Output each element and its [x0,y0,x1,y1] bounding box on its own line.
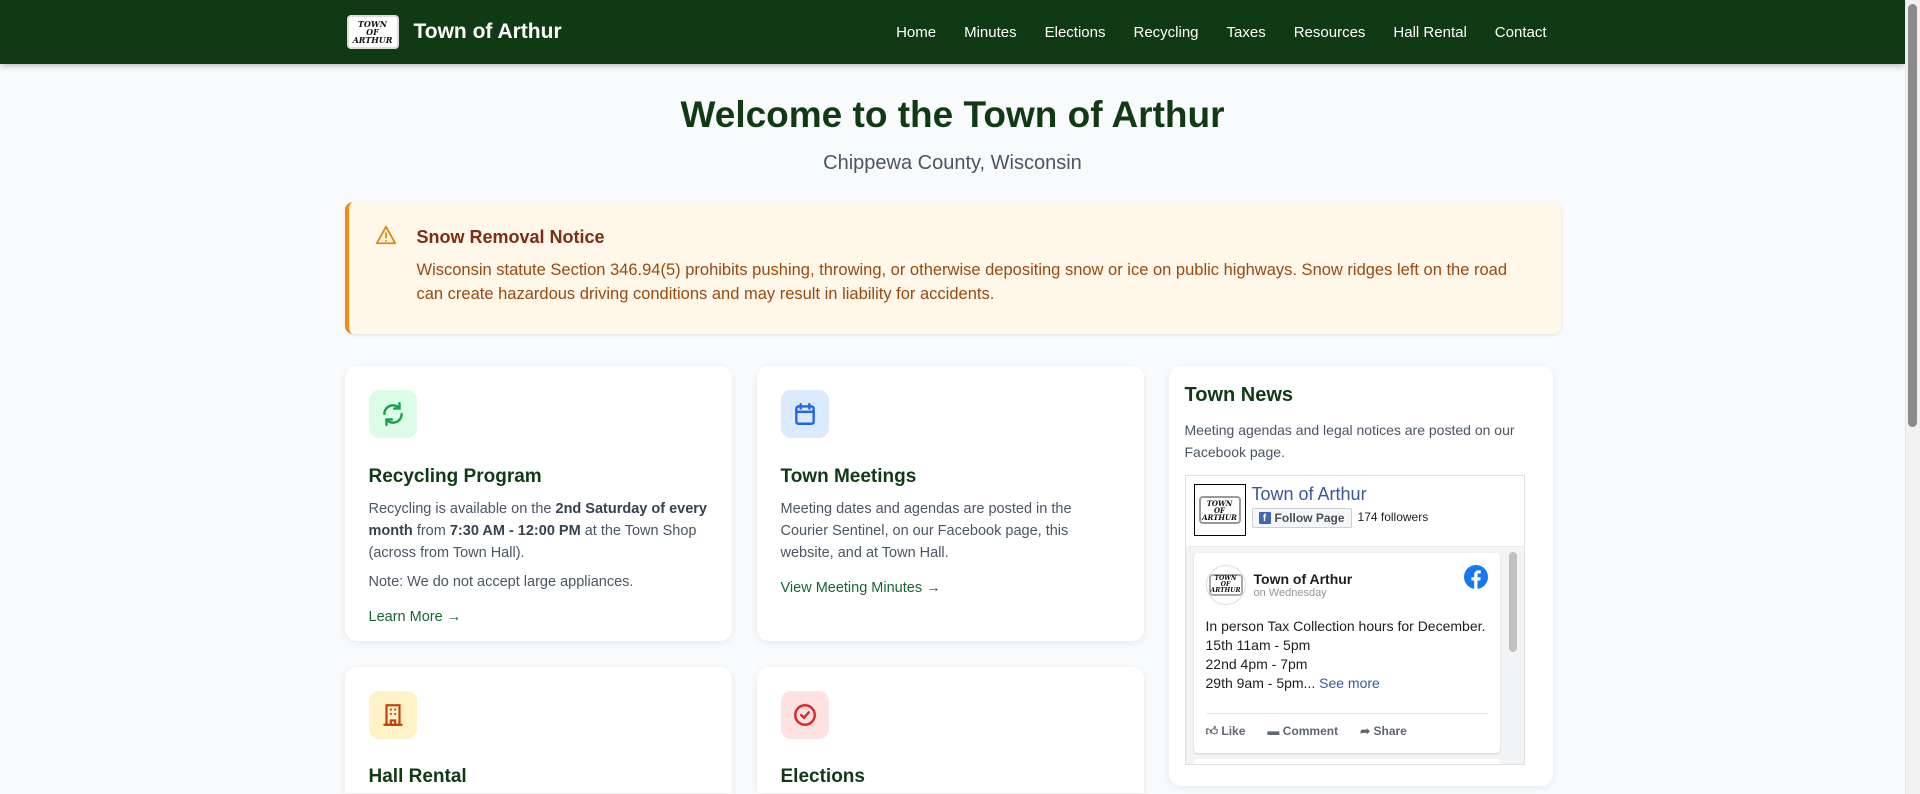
page-title: Welcome to the Town of Arthur [680,94,1225,135]
fb-post: TOWN OF ARTHUR Town of Arthur on Wednesday… [1193,553,1500,753]
alert-title: Snow Removal Notice [416,227,605,247]
logo-text: ARTHUR [352,35,393,45]
fb-post-stream: TOWN OF ARTHUR Town of Arthur on Wednesday… [1185,547,1524,764]
post-avatar[interactable]: TOWN OF ARTHUR [1205,565,1246,605]
news-title: Town News [1184,384,1294,406]
card-title: Recycling Program [368,466,542,487]
nav-taxes[interactable]: Taxes [1227,24,1266,41]
post-time[interactable]: on Wednesday [1254,587,1353,599]
view-minutes-link[interactable]: View Meeting Minutes → [781,580,941,596]
card-text: Meeting dates and agendas are posted in … [780,501,1072,561]
elections-card: Elections [756,667,1144,793]
fb-scrollbar[interactable] [1508,552,1517,652]
comment-icon: ▬ [1267,724,1280,738]
hall-rental-card: Hall Rental [344,667,732,793]
calendar-icon [780,390,829,438]
fb-page-logo[interactable]: TOWN OF ARTHUR [1193,484,1246,536]
share-button[interactable]: ➦ Share [1360,724,1407,739]
nav-minutes[interactable]: Minutes [964,24,1017,41]
town-logo[interactable]: TOWN OF ARTHUR [346,15,399,49]
building-icon [368,691,417,739]
nav-contact[interactable]: Contact [1495,24,1547,41]
top-nav: TOWN OF ARTHUR Town of Arthur Home Minutes… [0,0,1905,64]
share-icon: ➦ [1360,724,1371,738]
card-title: Hall Rental [368,766,467,787]
nav-menu: Home Minutes Elections Recycling Taxes R… [896,24,1546,41]
facebook-f-icon: f [1258,512,1271,524]
comment-button[interactable]: ▬ Comment [1267,724,1338,739]
news-text: Meeting agendas and legal notices are po… [1184,422,1515,460]
post-actions: 👍︎ Like ▬ Comment ➦ Share [1205,713,1488,739]
nav-resources[interactable]: Resources [1294,24,1366,41]
scrollbar-thumb[interactable] [1908,4,1917,427]
card-title: Elections [780,766,865,787]
page-subtitle: Chippewa County, Wisconsin [823,152,1082,174]
recycling-card: Recycling Program Recycling is available… [344,366,732,641]
post-author[interactable]: Town of Arthur [1254,571,1353,587]
nav-elections[interactable]: Elections [1045,24,1106,41]
alert-body: Wisconsin statute Section 346.94(5) proh… [416,261,1508,303]
card-text: Recycling is available on the 2nd Saturd… [368,501,708,561]
nav-hall-rental[interactable]: Hall Rental [1393,24,1466,41]
check-circle-icon [780,691,829,739]
facebook-widget: TOWN OF ARTHUR Town of Arthur f Follow Page… [1184,475,1525,765]
learn-more-link[interactable]: Learn More → [369,609,462,625]
post-text: In person Tax Collection hours for Decem… [1205,618,1486,691]
snow-removal-alert: Snow Removal Notice Wisconsin statute Se… [344,202,1561,334]
see-more-link[interactable]: See more [1319,675,1380,691]
card-note: Note: We do not accept large appliances. [368,574,634,590]
meetings-card: Town Meetings Meeting dates and agendas … [756,366,1144,641]
followers-count: 174 followers [1357,509,1429,524]
page: TOWN OF ARTHUR Town of Arthur Home Minutes… [0,0,1905,793]
follow-page-button[interactable]: f Follow Page [1251,508,1352,528]
fb-page-name[interactable]: Town of Arthur [1252,484,1429,505]
warning-icon [375,224,397,310]
facebook-logo-icon[interactable] [1463,565,1488,594]
site-brand[interactable]: Town of Arthur [414,20,562,44]
page-scrollbar[interactable] [1905,0,1920,794]
town-news-panel: Town News Meeting agendas and legal noti… [1168,366,1553,786]
nav-home[interactable]: Home [896,24,936,41]
thumbs-up-icon: 👍︎ [1205,724,1219,738]
recycle-icon [368,390,417,438]
fb-post [1193,759,1500,764]
card-title: Town Meetings [780,466,917,487]
like-button[interactable]: 👍︎ Like [1206,724,1246,739]
nav-recycling[interactable]: Recycling [1134,24,1199,41]
